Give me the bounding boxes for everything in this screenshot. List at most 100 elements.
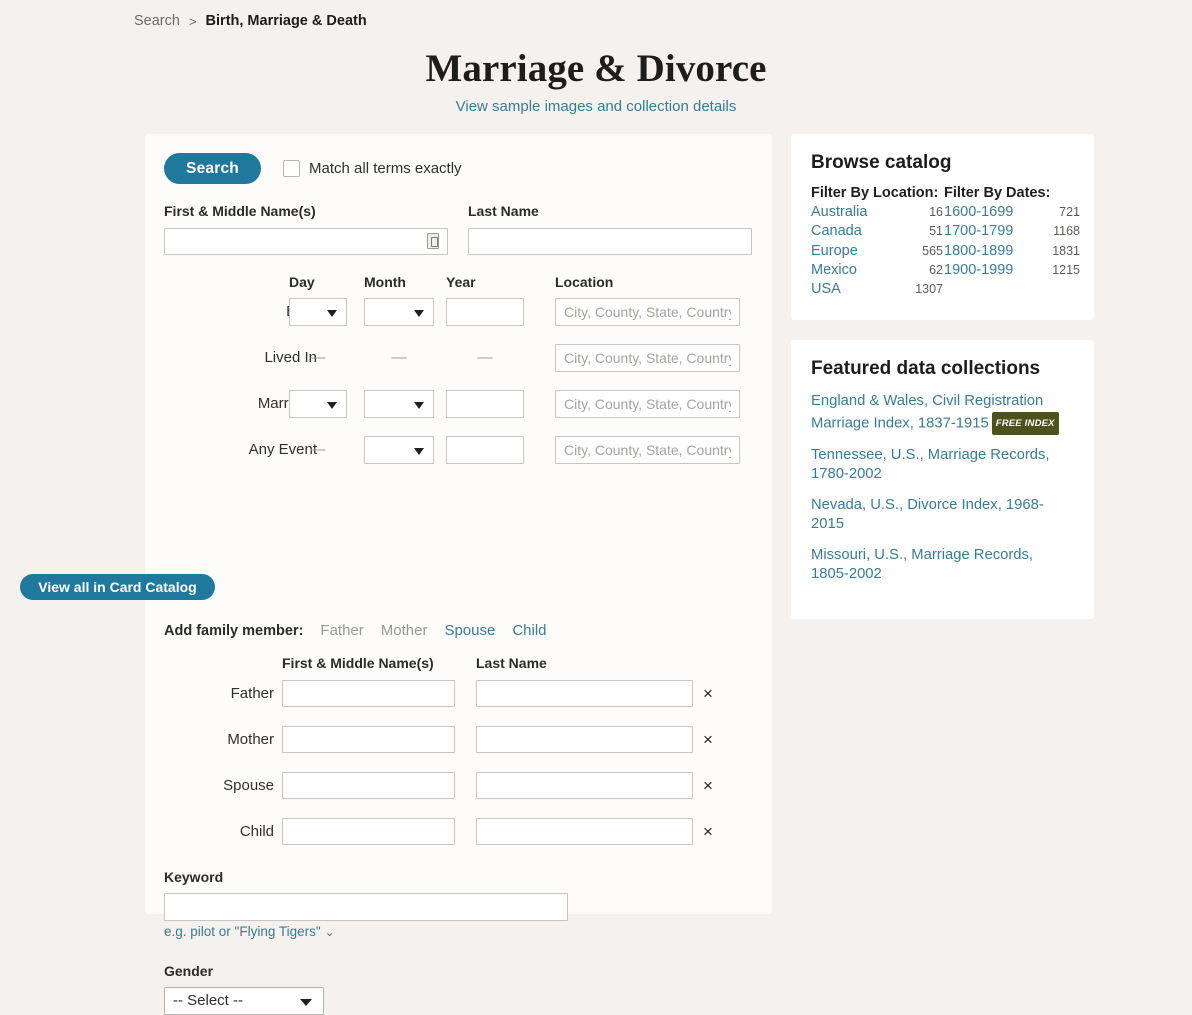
search-action-row: Search Match all terms exactly [164,153,462,184]
match-exactly-checkbox[interactable] [283,160,300,177]
marriage-day-select[interactable] [289,390,347,418]
catalog-location-canada-count: 51 [929,224,943,239]
add-family-member-label: Add family member: [164,623,304,639]
chevron-down-icon: ⌄ [324,925,335,939]
featured-collection-item[interactable]: England & Wales, Civil Registration Marr… [811,392,1073,435]
add-family-link-spouse[interactable]: Spouse [444,622,495,639]
child-first-name-input[interactable] [282,818,455,845]
marriage-month-select[interactable] [364,390,434,418]
birth-day-select[interactable] [289,298,347,326]
catalog-date-row: 1900-1999 1215 [944,261,1080,280]
match-exactly-label: Match all terms exactly [309,160,462,177]
keyword-hint-text: e.g. pilot or "Flying Tigers" [164,924,321,939]
remove-father-icon[interactable]: × [698,680,718,707]
catalog-location-row: Canada 51 [811,222,943,241]
birth-location-input[interactable] [555,298,740,326]
breadcrumb-link-search[interactable]: Search [134,13,180,29]
family-label-mother: Mother [227,731,274,748]
catalog-date-1700-1799[interactable]: 1700-1799 [944,222,1013,241]
marriage-location-input[interactable] [555,390,740,418]
catalog-location-canada[interactable]: Canada [811,222,862,241]
last-name-input[interactable] [468,228,752,255]
column-header-month: Month [364,274,406,290]
remove-mother-icon[interactable]: × [698,726,718,753]
event-row-marriage: Marriage [145,390,772,418]
birth-month-select[interactable] [364,298,434,326]
spouse-first-name-input[interactable] [282,772,455,799]
column-header-location: Location [555,274,614,290]
breadcrumb-separator: > [188,13,197,29]
catalog-location-mexico[interactable]: Mexico [811,261,857,280]
exact-match-group: Match all terms exactly [283,160,462,177]
catalog-columns: Filter By Location: Australia 16 Canada … [811,185,1080,299]
view-all-card-catalog-button[interactable]: View all in Card Catalog [20,574,215,600]
catalog-date-1600-1699[interactable]: 1600-1699 [944,203,1013,222]
lived-in-location-input[interactable] [555,344,740,372]
catalog-date-1800-1899[interactable]: 1800-1899 [944,242,1013,261]
sample-images-link[interactable]: View sample images and collection detail… [0,98,1192,115]
search-button[interactable]: Search [164,153,261,184]
catalog-date-1900-1999[interactable]: 1900-1999 [944,261,1013,280]
family-column-header-first: First & Middle Name(s) [282,655,434,671]
catalog-location-column: Filter By Location: Australia 16 Canada … [811,185,943,299]
family-column-header-last: Last Name [476,655,547,671]
event-row-lived-in: Lived In — — — [145,344,772,372]
keyword-input[interactable] [164,893,568,921]
featured-collection-item[interactable]: Missouri, U.S., Marriage Records, 1805-2… [811,546,1073,585]
add-family-member-row: Add family member: Father Mother Spouse … [164,622,547,639]
catalog-location-row: Australia 16 [811,203,943,222]
featured-collection-item[interactable]: Tennessee, U.S., Marriage Records, 1780-… [811,446,1073,485]
catalog-location-mexico-count: 62 [929,262,943,277]
catalog-location-row: Europe 565 [811,242,943,261]
gender-select[interactable]: -- Select -- [164,987,324,1015]
family-row-mother: Mother × [145,726,772,753]
keyword-label: Keyword [164,869,224,885]
filter-by-dates-header: Filter By Dates: [944,185,1051,201]
child-last-name-input[interactable] [476,818,693,845]
lived-in-day-dash: — [310,349,326,366]
breadcrumb: Search > Birth, Marriage & Death [134,13,367,29]
breadcrumb-current: Birth, Marriage & Death [205,13,367,29]
any-event-year-input[interactable] [446,436,524,464]
add-family-link-child[interactable]: Child [512,622,546,639]
remove-spouse-icon[interactable]: × [698,772,718,799]
catalog-location-europe-count: 565 [922,243,943,258]
catalog-location-australia-count: 16 [929,205,943,219]
spouse-last-name-input[interactable] [476,772,693,799]
catalog-date-1900-1999-count: 1215 [1052,262,1080,277]
birth-year-input[interactable] [446,298,524,326]
family-label-child: Child [239,823,274,840]
father-last-name-input[interactable] [476,680,693,707]
catalog-location-europe[interactable]: Europe [811,242,858,261]
event-row-any-event: Any Event — [145,436,772,464]
marriage-year-input[interactable] [446,390,524,418]
any-event-location-input[interactable] [555,436,740,464]
filter-by-location-header: Filter By Location: [811,185,939,201]
column-header-day: Day [289,274,315,290]
page-title: Marriage & Divorce [425,47,767,90]
catalog-date-1700-1799-count: 1168 [1053,224,1080,239]
free-index-badge: FREE INDEX [991,411,1059,435]
column-header-year: Year [446,274,476,290]
event-row-birth: Birth [145,298,772,326]
mother-first-name-input[interactable] [282,726,455,753]
featured-collections-list: England & Wales, Civil Registration Marr… [811,392,1073,596]
remove-child-icon[interactable]: × [698,818,718,845]
gender-label: Gender [164,963,214,979]
first-name-input[interactable] [164,228,448,255]
family-label-father: Father [230,685,274,702]
keyword-hint-toggle[interactable]: e.g. pilot or "Flying Tigers" ⌄ [164,924,335,939]
any-event-month-select[interactable] [364,436,434,464]
catalog-location-row: Mexico 62 [811,261,943,280]
catalog-location-australia[interactable]: Australia [811,203,867,222]
autofill-icon[interactable] [427,233,439,249]
father-first-name-input[interactable] [282,680,455,707]
catalog-date-row: 1800-1899 1831 [944,242,1080,261]
mother-last-name-input[interactable] [476,726,693,753]
featured-collections-title: Featured data collections [811,358,1041,379]
family-row-child: Child × [145,818,772,845]
first-name-label: First & Middle Name(s) [164,203,316,219]
catalog-location-usa[interactable]: USA [811,280,841,299]
catalog-location-usa-count: 1307 [915,282,943,297]
featured-collection-item[interactable]: Nevada, U.S., Divorce Index, 1968-2015 [811,496,1073,535]
